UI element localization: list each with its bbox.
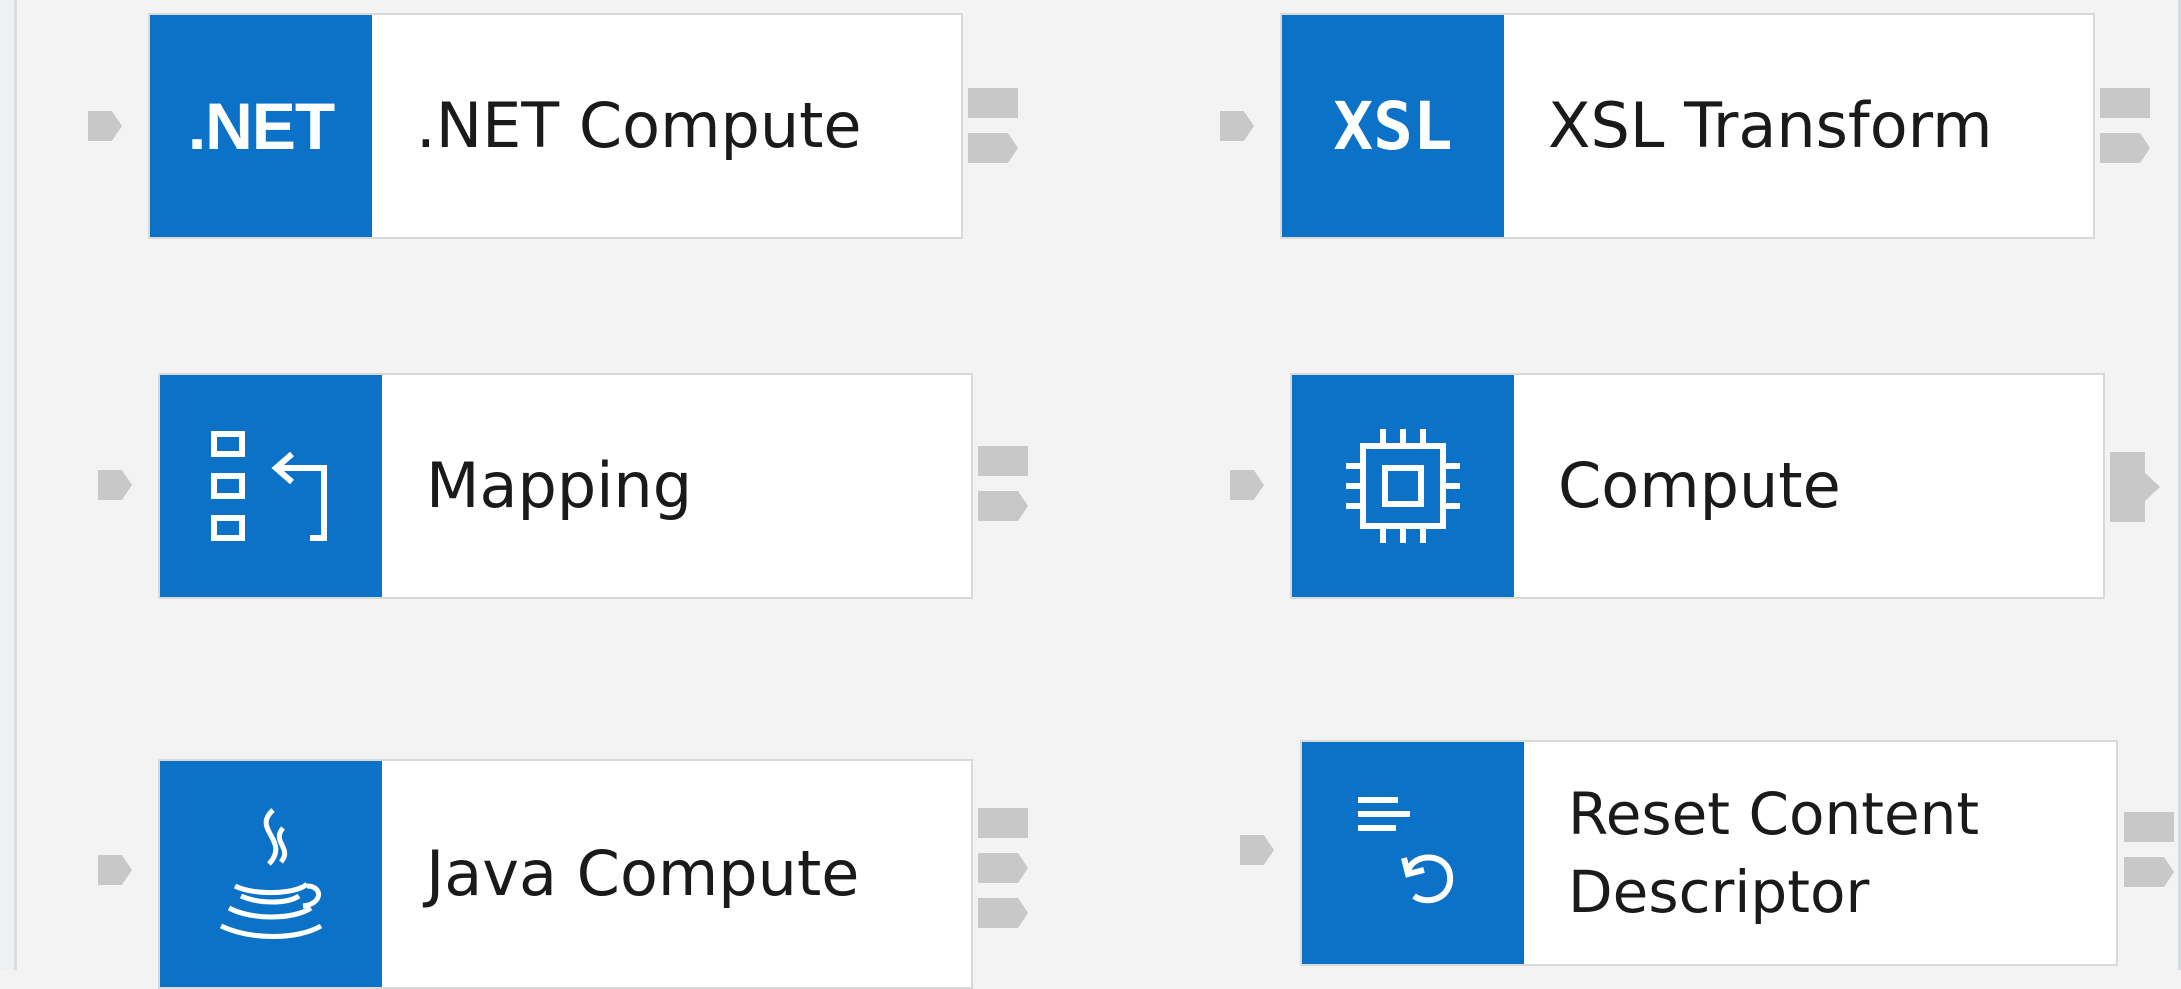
node-label: Mapping [426,449,693,523]
output-terminal-alternate[interactable] [978,853,1028,883]
node-icon-box [1302,742,1524,964]
canvas-left-border [0,0,17,970]
input-terminal[interactable] [98,470,132,500]
output-terminal-failure[interactable] [978,898,1028,928]
output-terminal-failure[interactable] [2100,133,2150,163]
input-terminal[interactable] [88,111,122,141]
node-label: XSL Transform [1548,89,1993,163]
chip-icon [1338,421,1468,551]
output-terminal-out[interactable] [2124,812,2174,842]
node-icon-box: XSL [1282,15,1504,237]
node-compute[interactable]: Compute [1290,373,2105,599]
output-terminal-out[interactable] [978,808,1028,838]
input-terminal[interactable] [1240,835,1274,865]
node-mapping[interactable]: Mapping [158,373,973,599]
output-terminal-out[interactable] [2110,452,2160,522]
node-reset-content-descriptor[interactable]: Reset Content Descriptor [1300,740,2118,966]
node-icon-box [160,761,382,987]
output-terminal-out[interactable] [978,446,1028,476]
output-terminal-out[interactable] [2100,88,2150,118]
xsl-text-icon: XSL [1333,87,1453,165]
node-label: .NET Compute [416,89,862,163]
node-icon-box [1292,375,1514,597]
node-label: Java Compute [426,837,860,911]
node-label: Compute [1558,449,1841,523]
reset-content-icon [1348,788,1478,918]
output-terminal-failure[interactable] [968,133,1018,163]
mapping-icon [206,426,336,546]
node-icon-box: .NET [150,15,372,237]
node-dotnet-compute[interactable]: .NET .NET Compute [148,13,963,239]
output-terminal-out[interactable] [968,88,1018,118]
java-coffee-icon [211,804,331,944]
output-terminal-failure[interactable] [978,491,1028,521]
node-java-compute[interactable]: Java Compute [158,759,973,989]
input-terminal[interactable] [1230,470,1264,500]
input-terminal[interactable] [98,855,132,885]
node-xsl-transform[interactable]: XSL XSL Transform [1280,13,2095,239]
dotnet-text-icon: .NET [187,89,335,163]
node-icon-box [160,375,382,597]
output-terminal-failure[interactable] [2124,857,2174,887]
input-terminal[interactable] [1220,111,1254,141]
node-label-line1: Reset Content [1568,779,1980,848]
node-label: Reset Content Descriptor [1524,742,2116,964]
node-label-line2: Descriptor [1568,858,1870,926]
